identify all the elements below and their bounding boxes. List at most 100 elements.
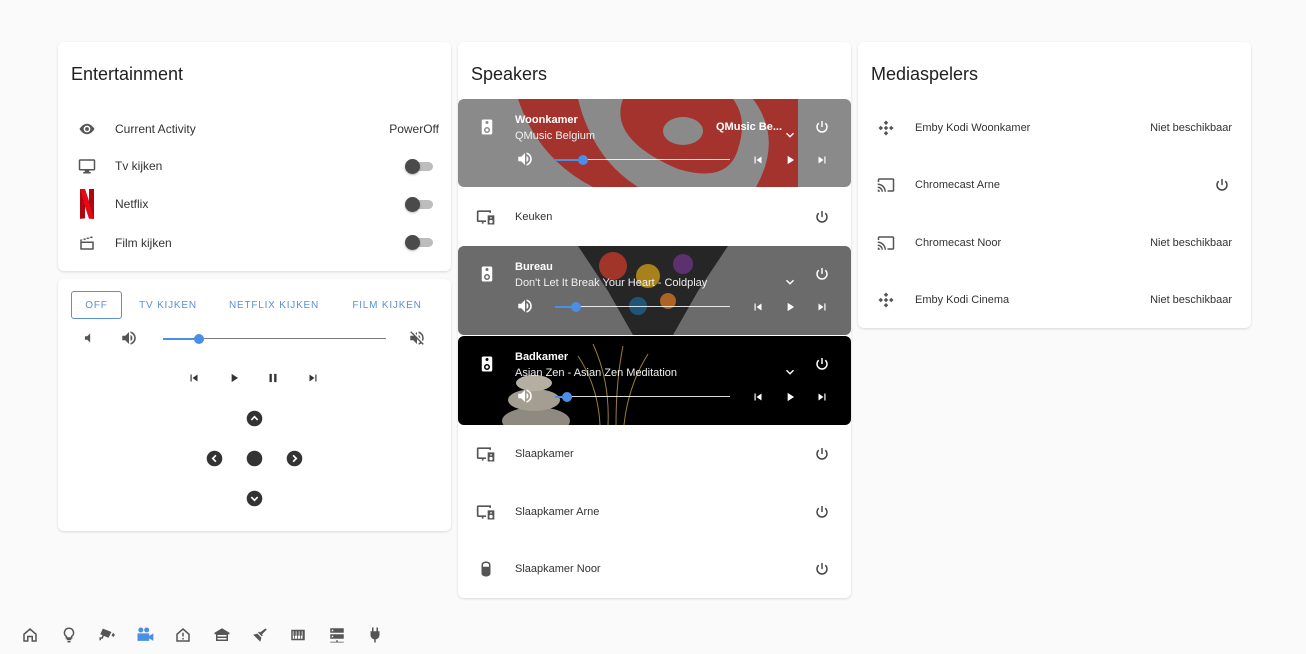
status-text: Niet beschikbaar [1150,237,1232,249]
tab-off[interactable]: OFF [71,291,122,319]
bottom-navigation [0,618,420,654]
power-icon[interactable] [813,265,831,283]
arrow-up-icon[interactable] [245,409,263,427]
speaker-row-slaapkamer-arne[interactable]: Slaapkamer Arne [475,500,835,524]
current-activity-row[interactable]: Current Activity [71,117,441,141]
volume-icon[interactable] [515,387,535,405]
server-icon[interactable] [326,624,348,646]
speaker-row-slaapkamer[interactable]: Slaapkamer [475,442,835,466]
garage-icon[interactable] [211,624,233,646]
chevron-down-icon[interactable] [781,274,799,290]
arrow-down-icon[interactable] [245,489,263,507]
pause-icon[interactable] [264,369,282,387]
clapperboard-icon [71,231,103,255]
volume-slider[interactable] [555,154,730,166]
skip-next-icon[interactable] [813,151,831,169]
card-title: Mediaspelers [871,64,979,84]
player-subtitle: QMusic Belgium [515,130,596,142]
netflix-row: Netflix [71,189,441,219]
piano-icon[interactable] [287,624,309,646]
speaker-icon [478,118,496,136]
arrow-left-icon[interactable] [205,449,223,467]
skip-next-icon[interactable] [813,388,831,406]
ok-button-icon[interactable] [245,449,263,467]
entertainment-card: Entertainment Current Activity PowerOff … [58,42,451,271]
tab-film-kijken[interactable]: FILM KIJKEN [348,291,426,319]
media-player-badkamer[interactable]: Badkamer Asian Zen - Asian Zen Meditatio… [458,336,851,425]
speaker-row-slaapkamer-noor[interactable]: Slaapkamer Noor [475,557,835,581]
row-label: Chromecast Arne [915,179,1000,191]
film-kijken-row: Film kijken [71,231,441,255]
power-icon[interactable] [813,503,831,521]
lightbulb-icon[interactable] [58,624,80,646]
chevron-down-icon[interactable] [781,364,799,380]
skip-next-icon[interactable] [813,298,831,316]
speaker-device-icon [475,443,497,465]
power-icon[interactable] [1213,176,1231,194]
skip-previous-icon[interactable] [749,298,767,316]
home-alert-icon[interactable] [172,624,194,646]
player-name: Bureau [515,261,553,273]
arrow-right-icon[interactable] [285,449,303,467]
cast-icon [875,174,897,196]
row-label: Netflix [115,197,149,211]
play-icon[interactable] [225,369,243,387]
mediaspelers-card: Mediaspelers Emby Kodi Woonkamer Niet be… [858,42,1251,328]
skip-next-icon[interactable] [304,369,322,387]
broom-icon[interactable] [249,624,271,646]
card-title: Speakers [471,64,548,84]
row-label: Keuken [515,211,553,223]
player-subtitle: Don't Let It Break Your Heart - Coldplay [515,277,708,289]
volume-slider[interactable] [555,301,730,313]
remote-volume-slider[interactable] [163,333,386,345]
volume-icon[interactable] [515,150,535,168]
media-row-chromecast-arne[interactable]: Chromecast Arne [875,173,1235,197]
speaker-row-keuken[interactable]: Keuken [475,205,835,229]
album-art [518,99,798,187]
kodi-icon [875,289,897,311]
skip-previous-icon[interactable] [749,388,767,406]
home-icon[interactable] [19,624,41,646]
source-select[interactable]: QMusic Be... [716,121,782,133]
row-label: Slaapkamer [515,448,574,460]
album-art [502,343,649,425]
speakers-card: Speakers Woonkamer QMusic Belgium QMusic… [458,42,851,598]
volume-mute-icon[interactable] [407,329,427,347]
speaker-device-icon [475,501,497,523]
chevron-down-icon[interactable] [781,127,799,143]
cast-icon [875,232,897,254]
tv-icon [71,154,103,178]
power-icon[interactable] [813,560,831,578]
power-icon[interactable] [813,208,831,226]
media-player-woonkamer[interactable]: Woonkamer QMusic Belgium QMusic Be... [458,99,851,187]
volume-down-icon[interactable] [80,329,98,347]
speaker-device-icon [475,206,497,228]
netflix-logo [71,189,103,219]
row-label: Slaapkamer Noor [515,563,601,575]
skip-previous-icon[interactable] [185,369,203,387]
row-label: Current Activity [115,122,196,136]
tv-kijken-toggle[interactable] [405,159,435,174]
power-icon[interactable] [813,445,831,463]
cctv-icon[interactable] [96,624,118,646]
status-text: Niet beschikbaar [1150,122,1232,134]
play-icon[interactable] [781,388,799,406]
volume-slider[interactable] [555,391,730,403]
skip-previous-icon[interactable] [749,151,767,169]
video-camera-icon[interactable] [134,624,156,646]
play-icon[interactable] [781,151,799,169]
play-icon[interactable] [781,298,799,316]
film-kijken-toggle[interactable] [405,235,435,250]
netflix-toggle[interactable] [405,197,435,212]
media-player-bureau[interactable]: Bureau Don't Let It Break Your Heart - C… [458,246,851,335]
row-label: Chromecast Noor [915,237,1002,249]
power-plug-icon[interactable] [364,624,386,646]
tab-netflix-kijken[interactable]: NETFLIX KIJKEN [226,291,322,319]
volume-up-icon[interactable] [119,329,139,347]
tab-tv-kijken[interactable]: TV KIJKEN [133,291,203,319]
player-name: Woonkamer [515,114,578,126]
album-art [578,246,728,335]
volume-icon[interactable] [515,297,535,315]
power-icon[interactable] [813,118,831,136]
power-icon[interactable] [813,355,831,373]
